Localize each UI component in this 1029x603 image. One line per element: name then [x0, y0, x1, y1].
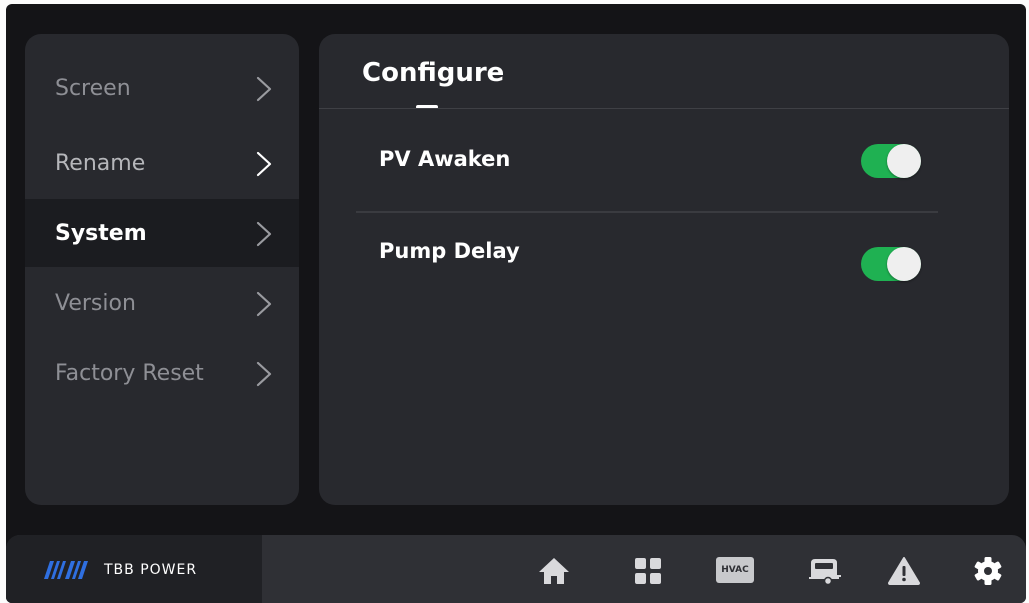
tbb-logo-icon [44, 561, 88, 579]
menu-item-rename[interactable]: Rename [25, 129, 299, 197]
pv-awaken-toggle[interactable] [861, 144, 921, 178]
setting-label-pump-delay: Pump Delay [379, 239, 520, 263]
bottom-nav-bar: TBB POWER HVAC [6, 535, 1026, 603]
row-divider [356, 211, 938, 213]
grid-icon[interactable] [630, 553, 666, 589]
home-icon[interactable] [536, 553, 572, 589]
panel-title: Configure [362, 58, 505, 88]
settings-menu: Screen Rename System Version Factory Res… [25, 34, 299, 505]
brand-area: TBB POWER [6, 535, 262, 603]
menu-item-label: Screen [55, 75, 131, 101]
chevron-right-icon [256, 221, 272, 247]
warning-icon[interactable] [886, 553, 922, 589]
chevron-right-icon [256, 151, 272, 177]
gear-icon[interactable] [970, 553, 1006, 589]
menu-item-label: Factory Reset [55, 360, 204, 386]
menu-item-factory-reset[interactable]: Factory Reset [25, 339, 299, 407]
menu-item-version[interactable]: Version [25, 269, 299, 337]
hvac-icon[interactable]: HVAC [716, 557, 754, 583]
menu-item-label: System [55, 220, 147, 246]
pump-delay-toggle[interactable] [861, 247, 921, 281]
configure-panel: Configure PV Awaken Pump Delay [319, 34, 1009, 505]
chevron-right-icon [256, 291, 272, 317]
chevron-right-icon [256, 76, 272, 102]
app-screen: Screen Rename System Version Factory Res… [6, 4, 1026, 603]
menu-item-system[interactable]: System [25, 199, 299, 267]
toggle-knob [887, 247, 921, 281]
setting-label-pv-awaken: PV Awaken [379, 147, 511, 171]
rv-icon[interactable] [806, 553, 842, 589]
toggle-knob [887, 144, 921, 178]
menu-item-label: Rename [55, 150, 146, 176]
chevron-right-icon [256, 361, 272, 387]
brand-name: TBB POWER [104, 562, 198, 578]
menu-item-label: Version [55, 290, 136, 316]
menu-item-screen[interactable]: Screen [25, 54, 299, 122]
header-divider [319, 108, 1009, 109]
